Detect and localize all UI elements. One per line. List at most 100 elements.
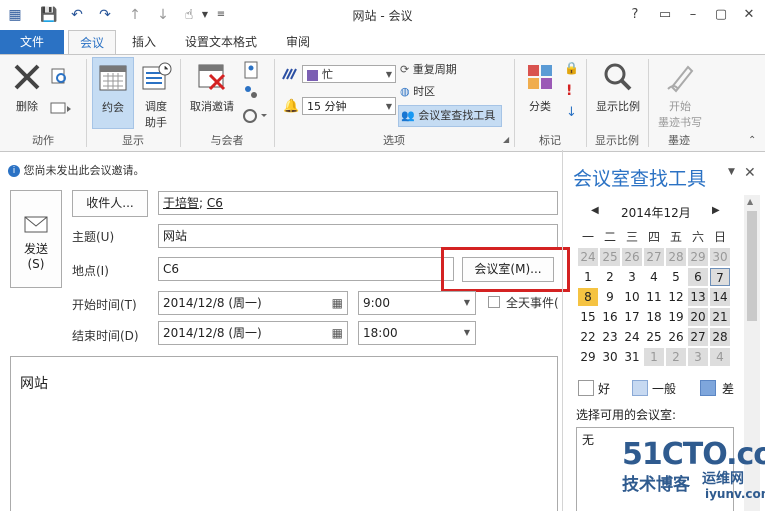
message-body[interactable]: 网站 [10,356,558,511]
calendar-day[interactable]: 21 [710,308,730,326]
calendar-day[interactable]: 27 [688,328,708,346]
delete-button[interactable]: 删除 [8,61,46,114]
calendar-day[interactable]: 22 [578,328,598,346]
calendar-day[interactable]: 28 [710,328,730,346]
calendar-day[interactable]: 17 [622,308,642,326]
calendar-day[interactable]: 7 [710,268,730,286]
low-importance-icon[interactable]: ↓ [566,105,580,121]
prev-month-icon[interactable]: ◀ [591,205,599,216]
high-importance-icon[interactable]: ! [566,83,580,99]
info-icon: i [8,165,20,177]
mini-calendar: 一二三四五六日 24 25 26 27 28 29 30 1 2 3 4 5 6 7 8 9 10 11 12 13 14… [578,228,734,366]
calendar-day[interactable]: 19 [666,308,686,326]
scroll-up-icon[interactable]: ▲ [747,197,753,206]
to-field[interactable]: 于培智; C6 [158,191,558,215]
all-day-checkbox[interactable] [488,296,500,308]
show-as-select[interactable]: 忙 ▼ [302,65,396,83]
pane-menu-icon[interactable]: ▼ [728,167,735,177]
calendar-day[interactable]: 4 [644,268,664,286]
calendar-day[interactable]: 15 [578,308,598,326]
calendar-day[interactable]: 3 [622,268,642,286]
minimize-button[interactable]: – [682,6,704,24]
calendar-picker-icon[interactable]: ▦ [332,292,343,314]
close-button[interactable]: ✕ [738,6,760,24]
end-date-picker[interactable]: 2014/12/8 (周一) ▦ [158,321,348,345]
calendar-day[interactable]: 2 [666,348,686,366]
end-time-select[interactable]: 18:00 ▼ [358,321,476,345]
tab-format-text[interactable]: 设置文本格式 [176,30,266,54]
start-inking-button[interactable]: 开始 墨迹书写 [654,61,706,130]
send-notes-icon[interactable] [50,67,68,85]
calendar-day[interactable]: 31 [622,348,642,366]
calendar-day[interactable]: 20 [688,308,708,326]
calendar-day[interactable]: 30 [710,248,730,266]
scheduling-assistant-button[interactable]: 调度 助手 [138,61,174,130]
maximize-button[interactable]: ▢ [710,6,732,24]
tab-review[interactable]: 审阅 [276,30,320,54]
calendar-day[interactable]: 5 [666,268,686,286]
calendar-day[interactable]: 16 [600,308,620,326]
address-book-icon[interactable] [242,61,260,79]
lock-icon[interactable]: 🔒 [564,61,579,77]
calendar-day[interactable]: 26 [622,248,642,266]
calendar-day[interactable]: 1 [578,268,598,286]
response-options-icon[interactable] [242,107,268,125]
calendar-day[interactable]: 18 [644,308,664,326]
calendar-day[interactable]: 28 [666,248,686,266]
calendar-day[interactable]: 14 [710,288,730,306]
calendar-day[interactable]: 9 [600,288,620,306]
calendar-day[interactable]: 3 [688,348,708,366]
to-button[interactable]: 收件人... [72,190,148,217]
calendar-day[interactable]: 24 [622,328,642,346]
calendar-day[interactable]: 29 [578,348,598,366]
cancel-invitation-button[interactable]: 取消邀请 [184,61,240,114]
time-zones-button[interactable]: ◍ 时区 [400,82,435,102]
calendar-day[interactable]: 27 [644,248,664,266]
zoom-button[interactable]: 显示比例 [592,61,644,114]
help-button[interactable]: ? [624,6,646,24]
calendar-day[interactable]: 12 [666,288,686,306]
calendar-weekday-header: 五 [669,230,682,244]
zoom-label: 显示比例 [596,100,640,113]
calendar-day[interactable]: 30 [600,348,620,366]
recurrence-button[interactable]: ⟳ 重复周期 [400,60,457,80]
ribbon-display-button[interactable]: ▭ [654,6,676,24]
calendar-day[interactable]: 24 [578,248,598,266]
recipient-1[interactable]: 于培智 [163,196,199,210]
calendar-day[interactable]: 6 [688,268,708,286]
scrollbar-thumb[interactable] [747,211,757,321]
calendar-day[interactable]: 29 [688,248,708,266]
calendar-day[interactable]: 13 [688,288,708,306]
subject-input[interactable]: 网站 [158,224,558,248]
calendar-day[interactable]: 25 [600,248,620,266]
start-time-select[interactable]: 9:00 ▼ [358,291,476,315]
tab-insert[interactable]: 插入 [122,30,166,54]
room-finder-button[interactable]: 👥 会议室查找工具 [398,105,503,127]
bell-icon: 🔔 [283,99,300,114]
calendar-day[interactable]: 26 [666,328,686,346]
location-input[interactable]: C6 [158,257,454,281]
reminder-select[interactable]: 15 分钟 ▼ [302,97,396,115]
forward-icon[interactable] [50,99,76,117]
next-month-icon[interactable]: ▶ [712,205,720,216]
tab-meeting[interactable]: 会议 [68,30,116,54]
pane-close-icon[interactable]: ✕ [744,165,756,181]
recipient-2[interactable]: C6 [207,196,223,210]
start-date-picker[interactable]: 2014/12/8 (周一) ▦ [158,291,348,315]
calendar-day[interactable]: 1 [644,348,664,366]
info-bar: i 您尚未发出此会议邀请。 [8,162,145,178]
calendar-picker-icon[interactable]: ▦ [332,322,343,344]
collapse-ribbon-icon[interactable]: ⌃ [748,135,756,146]
send-button[interactable]: 发送 (S) [10,190,62,288]
calendar-day[interactable]: 23 [600,328,620,346]
categorize-button[interactable]: 分类 [522,61,558,114]
calendar-day[interactable]: 8 [578,288,598,306]
calendar-day[interactable]: 2 [600,268,620,286]
check-names-icon[interactable] [242,83,260,101]
tab-file[interactable]: 文件 [0,30,64,54]
calendar-day[interactable]: 25 [644,328,664,346]
calendar-day[interactable]: 10 [622,288,642,306]
appointment-button[interactable]: 约会 [92,57,134,129]
calendar-day[interactable]: 11 [644,288,664,306]
calendar-day[interactable]: 4 [710,348,730,366]
